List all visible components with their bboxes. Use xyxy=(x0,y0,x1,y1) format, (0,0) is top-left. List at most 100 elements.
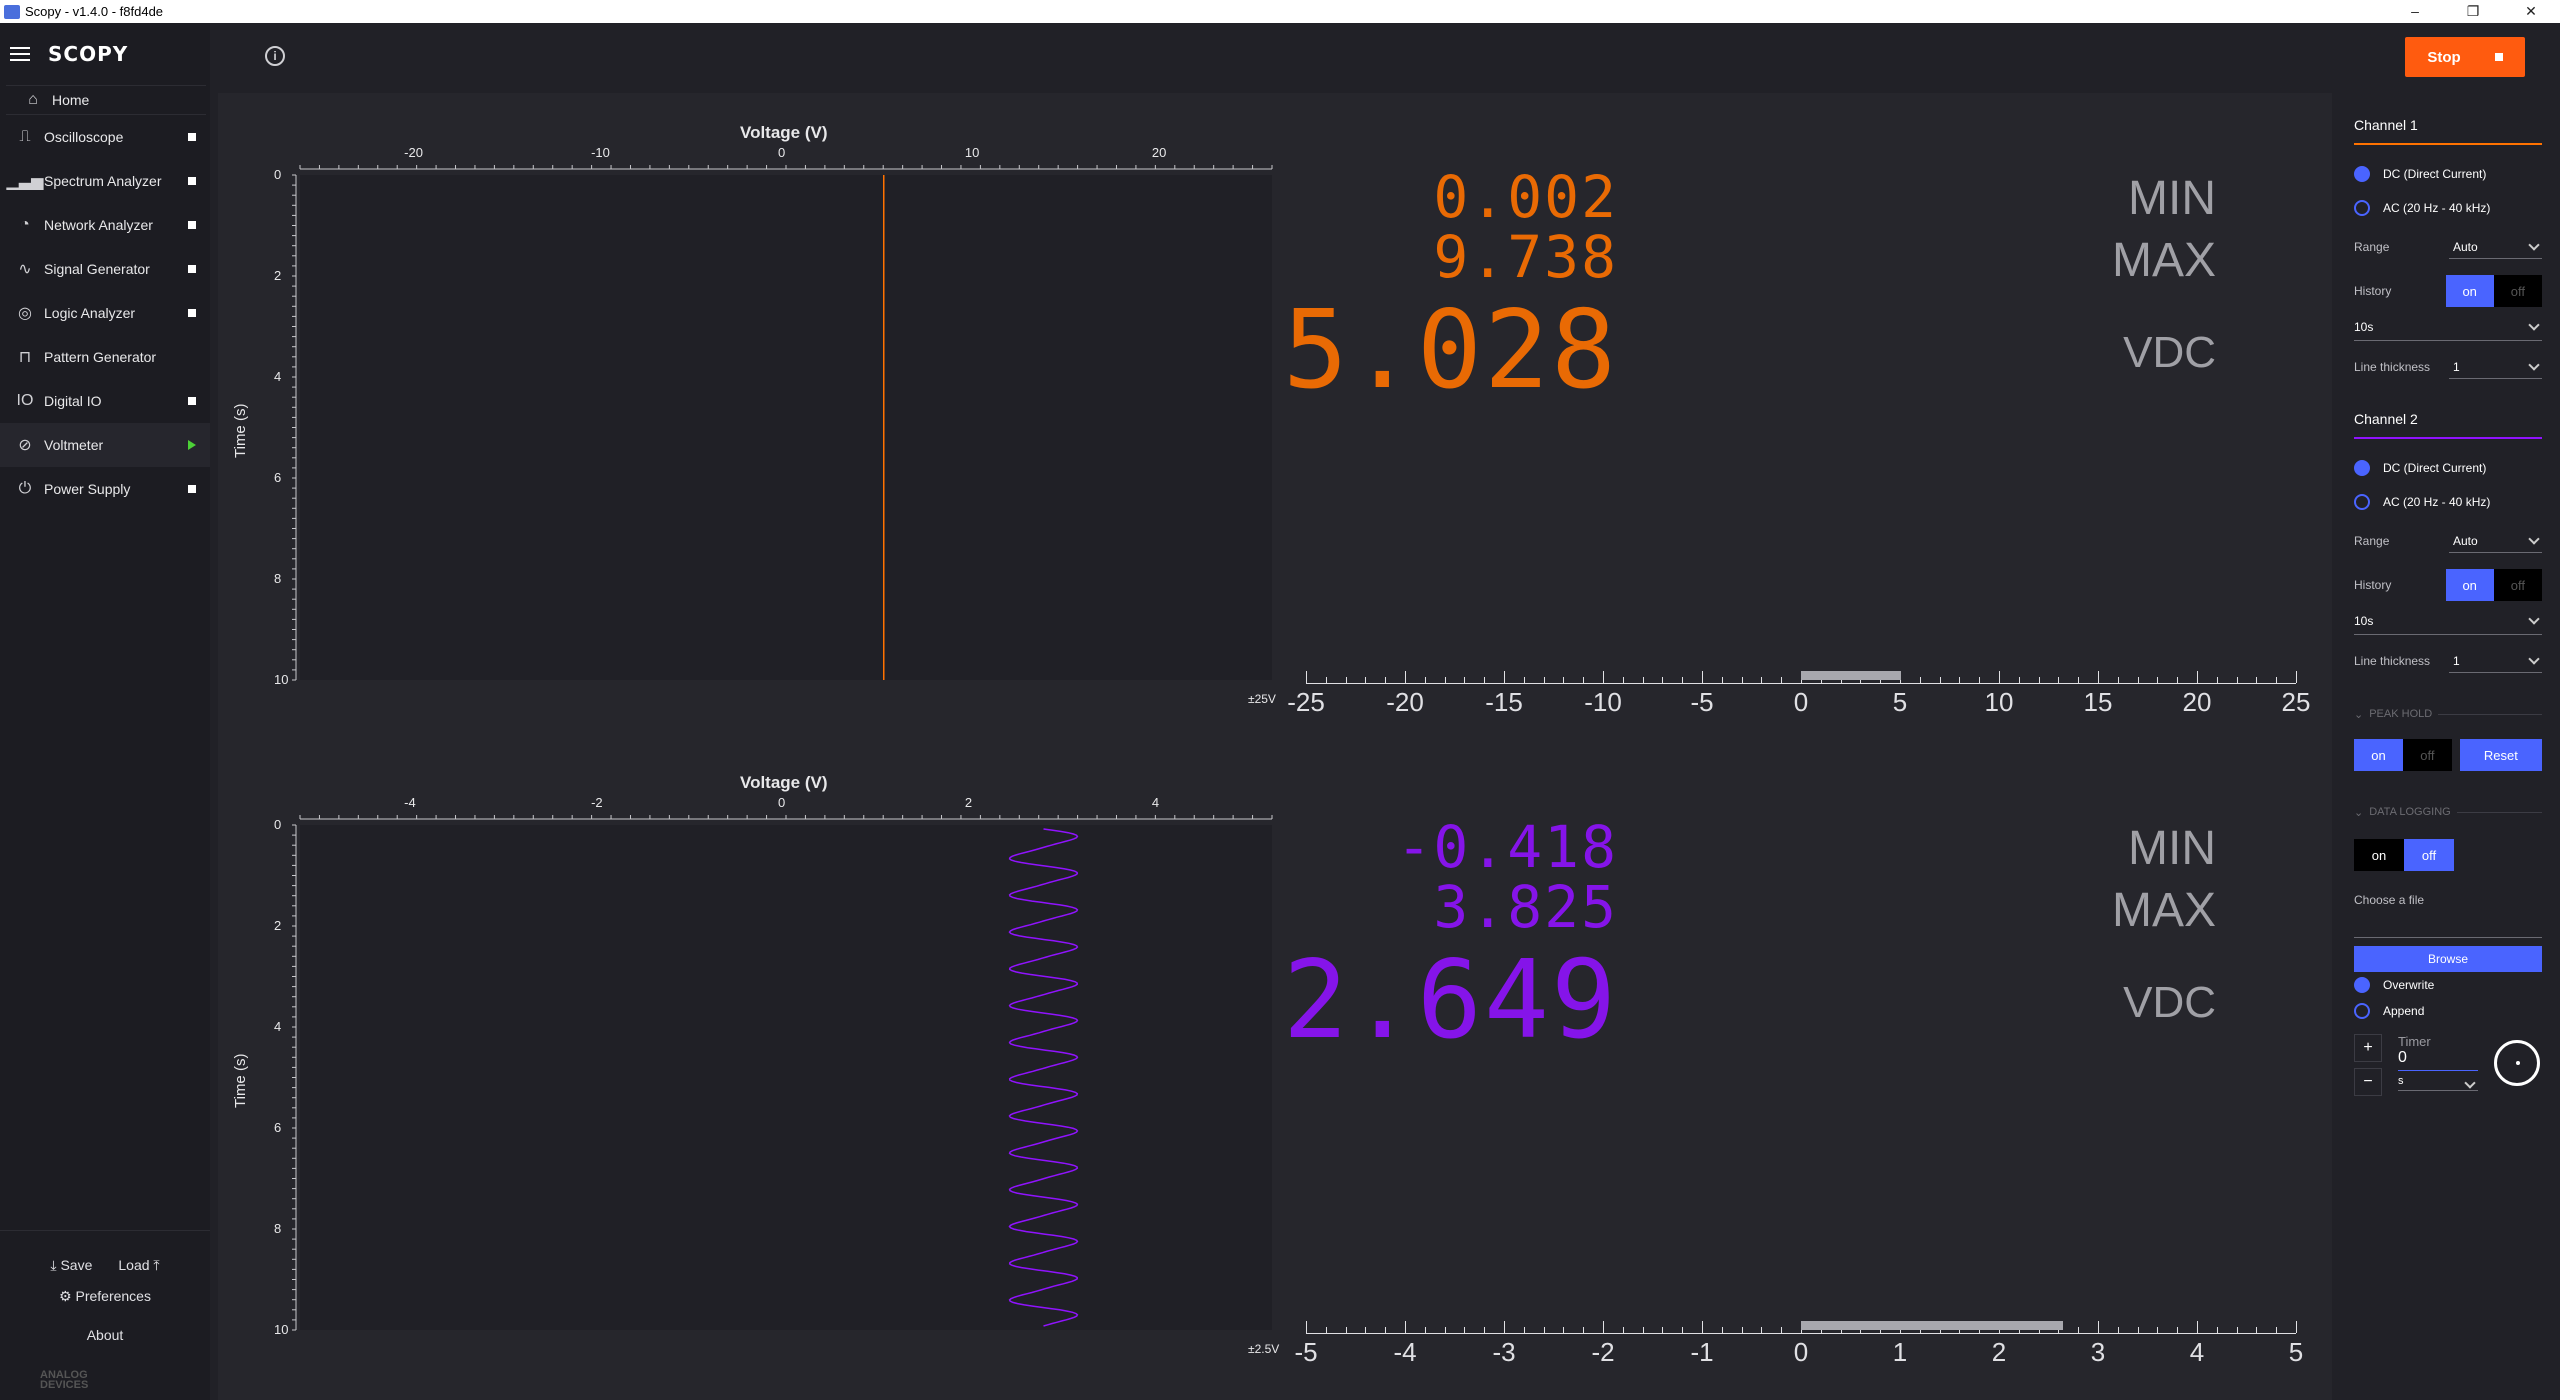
pattern-icon: ⊓ xyxy=(18,349,32,366)
info-icon[interactable]: i xyxy=(265,46,285,66)
scale-minor-tick xyxy=(1563,677,1565,683)
data-logging-toggle[interactable]: on off xyxy=(2354,839,2454,871)
status-square-icon xyxy=(188,397,196,405)
scale-minor-tick xyxy=(2157,677,2159,683)
load-button[interactable]: Load ⤒ xyxy=(118,1257,159,1274)
browse-button[interactable]: Browse xyxy=(2354,946,2542,972)
value-readout: 5.028 xyxy=(1282,288,1618,413)
sidebar-item-voltmeter[interactable]: ⊘ Voltmeter xyxy=(0,423,210,467)
sidebar-item-home[interactable]: ⌂ Home xyxy=(0,86,210,114)
y-tick-label: 4 xyxy=(274,1019,282,1034)
timer-knob-icon[interactable] xyxy=(2494,1040,2540,1086)
y-tick-label: 8 xyxy=(274,571,282,586)
channel1-dc-radio[interactable]: DC (Direct Current) xyxy=(2354,157,2542,191)
scale-label: 25 xyxy=(2281,687,2311,717)
channel2-history-duration-dropdown[interactable]: 10s xyxy=(2354,607,2542,635)
save-label: Save xyxy=(60,1257,93,1273)
sidebar-item-digital-io[interactable]: IO Digital IO xyxy=(0,379,210,423)
channel2-history-toggle[interactable]: on off xyxy=(2445,569,2542,601)
chevron-down-icon: ⌄ xyxy=(2354,708,2364,721)
scale-label: -5 xyxy=(1690,687,1714,717)
toggle-off: off xyxy=(2493,275,2542,307)
about-button[interactable]: About xyxy=(0,1327,210,1343)
scale-label: 20 xyxy=(2182,687,2212,717)
peak-hold-toggle[interactable]: on off xyxy=(2354,739,2452,771)
channel1-header: Channel 1 xyxy=(2354,113,2542,145)
scale-minor-tick xyxy=(1523,1327,1525,1333)
data-logging-section[interactable]: ⌄ DATA LOGGING xyxy=(2354,799,2542,825)
peak-reset-button[interactable]: Reset xyxy=(2459,739,2542,771)
x-tick-label: 0 xyxy=(778,795,786,810)
x-tick-label: 10 xyxy=(964,145,980,160)
channel2-ac-radio[interactable]: AC (20 Hz - 40 kHz) xyxy=(2354,485,2542,519)
sidebar-item-spectrum-analyzer[interactable]: ▁▃▅ Spectrum Analyzer xyxy=(0,159,210,203)
toggle-on: on xyxy=(2354,739,2403,771)
minimize-button[interactable]: – xyxy=(2386,3,2444,20)
scale-minor-tick xyxy=(2276,677,2278,683)
append-radio[interactable]: Append xyxy=(2354,998,2542,1024)
scale-minor-tick xyxy=(2117,1327,2119,1333)
sidebar-item-logic-analyzer[interactable]: ◎ Logic Analyzer xyxy=(0,291,210,335)
scale-minor-tick xyxy=(1405,1327,1406,1333)
overwrite-radio[interactable]: Overwrite xyxy=(2354,972,2542,998)
range-label: Range xyxy=(2354,534,2390,548)
y-tick-label: 10 xyxy=(274,1322,289,1337)
scale-label: -4 xyxy=(1393,1337,1417,1367)
scale-tick xyxy=(2296,1321,2297,1333)
plot-axes xyxy=(292,165,1273,681)
y-tick-label: 10 xyxy=(274,672,289,687)
scale-minor-tick xyxy=(2216,677,2218,683)
close-button[interactable]: ✕ xyxy=(2502,3,2560,20)
network-icon: ◔ xyxy=(20,216,30,233)
sidebar-item-label: Logic Analyzer xyxy=(44,305,136,321)
status-square-icon xyxy=(188,133,196,141)
hamburger-menu-icon[interactable] xyxy=(10,47,30,61)
sidebar-item-signal-generator[interactable]: ∿ Signal Generator xyxy=(0,247,210,291)
channel1-ac-radio[interactable]: AC (20 Hz - 40 kHz) xyxy=(2354,191,2542,225)
preferences-label: Preferences xyxy=(75,1288,151,1304)
chevron-down-icon: ⌄ xyxy=(2354,806,2364,819)
timer-input[interactable]: 0 xyxy=(2398,1049,2478,1071)
channel1-history-toggle[interactable]: on off xyxy=(2445,275,2542,307)
scale-label: 5 xyxy=(1892,687,1908,717)
restore-button[interactable]: ❐ xyxy=(2444,3,2502,20)
status-square-icon xyxy=(188,485,196,493)
channel2-range-dropdown[interactable]: Auto xyxy=(2449,529,2542,553)
save-button[interactable]: ⤓ Save xyxy=(50,1257,92,1274)
y-tick-label: 2 xyxy=(274,268,282,283)
stop-button[interactable]: Stop xyxy=(2405,37,2525,77)
channel1-thickness-dropdown[interactable]: 1 xyxy=(2449,355,2542,379)
scale-minor-tick xyxy=(2018,677,2020,683)
scale-minor-tick xyxy=(1959,677,1961,683)
channel2-thickness-dropdown[interactable]: 1 xyxy=(2449,649,2542,673)
channel2-dc-radio[interactable]: DC (Direct Current) xyxy=(2354,451,2542,485)
scale-minor-tick xyxy=(2157,1327,2159,1333)
channel1-history-duration-dropdown[interactable]: 10s xyxy=(2354,313,2542,341)
scale-minor-tick xyxy=(1702,1327,1703,1333)
voltmeter-main: Voltage (V) -20 -10 0 10 20 0 2 4 6 8 10 Time (s) ±25… xyxy=(218,93,2332,1400)
sidebar-item-pattern-generator[interactable]: ⊓ Pattern Generator xyxy=(0,335,210,379)
scale-minor-tick xyxy=(1365,677,1367,683)
radio-label: AC (20 Hz - 40 kHz) xyxy=(2383,495,2491,509)
y-tick-label: 4 xyxy=(274,369,282,384)
sidebar-item-oscilloscope[interactable]: ⎍ Oscilloscope xyxy=(0,115,210,159)
scale-minor-tick xyxy=(1464,677,1466,683)
value-bar xyxy=(1801,671,1901,680)
range-label: Range xyxy=(2354,240,2390,254)
scale-minor-tick xyxy=(1583,677,1585,683)
channel1-range-dropdown[interactable]: Auto xyxy=(2449,235,2542,259)
sidebar-item-network-analyzer[interactable]: ◔ Network Analyzer xyxy=(0,203,210,247)
sidebar-item-power-supply[interactable]: ⏻ Power Supply xyxy=(0,467,210,511)
timer-increment-button[interactable]: + xyxy=(2354,1034,2382,1062)
scale-minor-tick xyxy=(2177,677,2179,683)
preferences-button[interactable]: ⚙ Preferences xyxy=(0,1288,210,1305)
scale-minor-tick xyxy=(1642,677,1644,683)
x-tick-label: -10 xyxy=(591,145,610,160)
range-label: ±25V xyxy=(1248,692,1276,706)
timer-decrement-button[interactable]: − xyxy=(2354,1068,2382,1096)
peak-hold-section[interactable]: ⌄ PEAK HOLD xyxy=(2354,701,2542,727)
y-axis-label: Time (s) xyxy=(232,1053,249,1108)
timer-unit-dropdown[interactable]: s xyxy=(2398,1071,2478,1091)
file-path-field[interactable] xyxy=(2354,937,2542,938)
x-tick-label: 4 xyxy=(1151,795,1160,810)
